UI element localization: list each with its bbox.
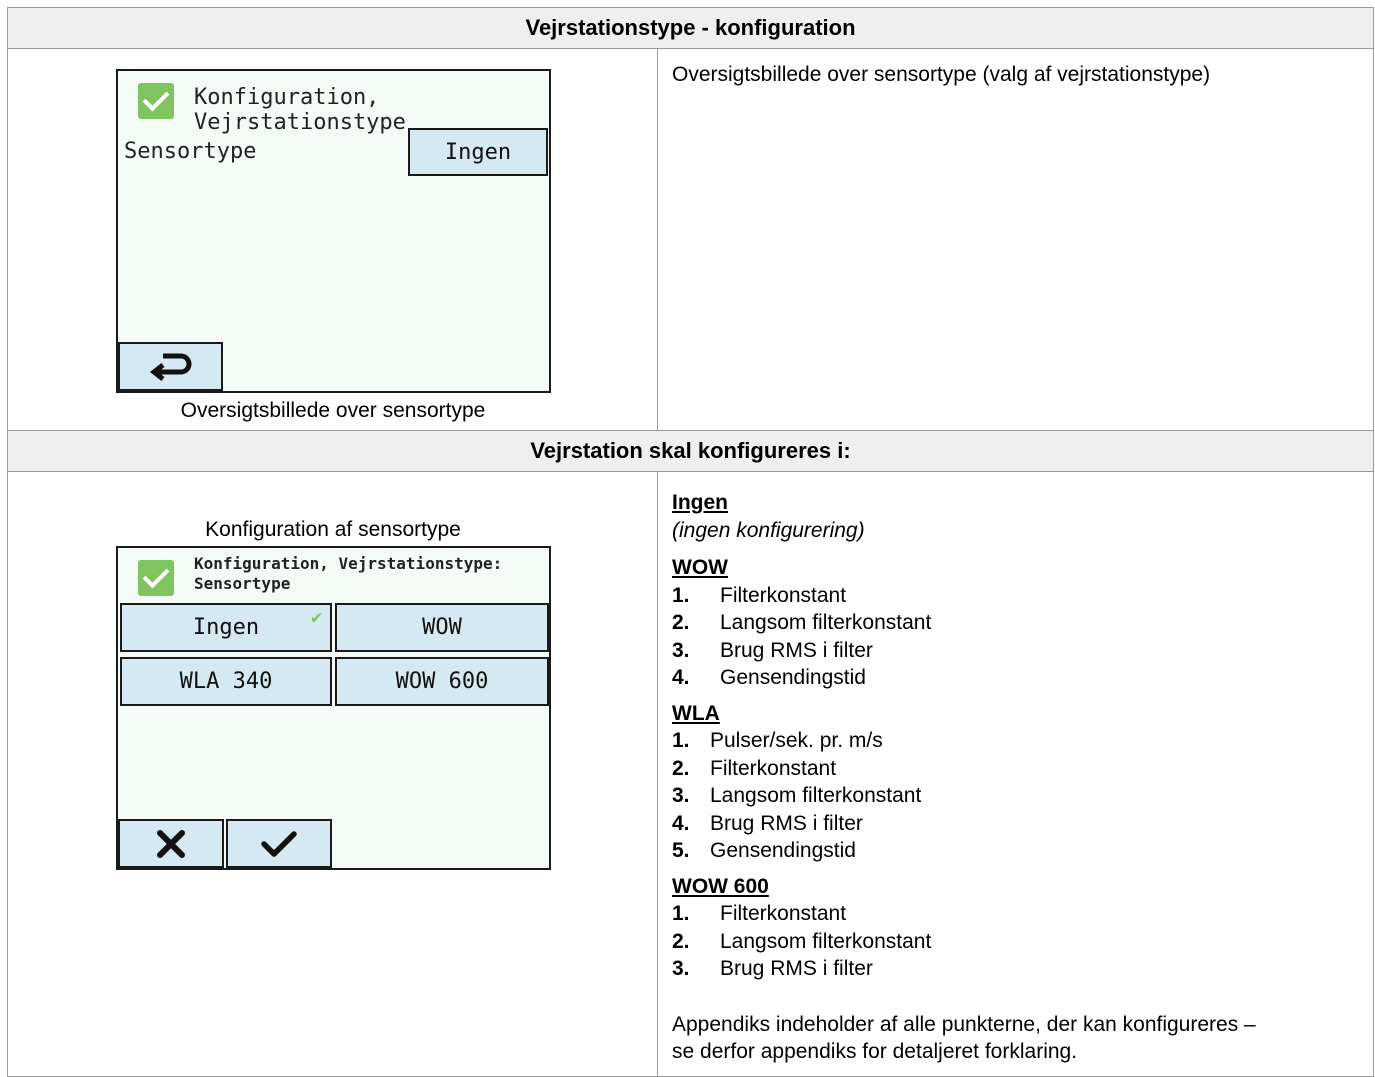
option-label: WOW 600 <box>395 669 489 694</box>
option-ingen[interactable]: Ingen ✔ <box>120 603 332 652</box>
list-item: 3. Langsom filterkonstant <box>672 784 922 807</box>
footer-note-line2: se derfor appendiks for detaljeret forkl… <box>672 1040 1078 1063</box>
list-item: 1. Filterkonstant <box>672 902 847 925</box>
config-table: Vejrstationstype - konfiguration Konfigu… <box>6 7 1375 1077</box>
section-subtitle: (ingen konfigurering) <box>672 518 865 542</box>
section-wow: WOW 1. Filterkonstant 2. Langsom filterkon… <box>672 554 1352 692</box>
list-item: 3. Brug RMS i filter <box>672 957 873 980</box>
device-screen-sensortype: Konfiguration, Vejrstationstype: Sensort… <box>116 546 551 870</box>
checkbox-icon <box>138 83 174 119</box>
option-label: WOW <box>422 615 462 640</box>
list-item: 3. Brug RMS i filter <box>672 638 873 662</box>
back-button[interactable] <box>118 342 223 391</box>
device-screen-overview: Konfiguration, Vejrstationstype Sensorty… <box>116 69 551 393</box>
section-header-top: Vejrstationstype - konfiguration <box>6 7 1375 49</box>
section-title: Ingen <box>672 491 728 514</box>
section-wla: WLA 1. Pulser/sek. pr. m/s 2. Filterkonsta… <box>672 700 1352 865</box>
bottom-right-cell: Ingen (ingen konfigurering) WOW 1. Filter… <box>656 471 1375 1077</box>
option-wow-600[interactable]: WOW 600 <box>335 657 549 706</box>
option-wow[interactable]: WOW <box>335 603 549 652</box>
list-item: 4. Brug RMS i filter <box>672 811 863 835</box>
option-label: WLA 340 <box>179 669 273 694</box>
overview-description: Oversigtsbillede over sensortype (valg a… <box>672 63 1211 86</box>
section-title: WOW <box>672 556 728 579</box>
screen-title-line2: Sensortype <box>194 574 291 593</box>
list-item: 2. Langsom filterkonstant <box>672 929 932 953</box>
list-item: 5. Gensendingstid <box>672 839 856 862</box>
footer-note-line1: Appendiks indeholder af alle punkterne, … <box>672 1012 1256 1036</box>
list-item: 4. Gensendingstid <box>672 666 866 689</box>
confirm-check-icon <box>261 830 297 857</box>
screen2-caption: Konfiguration af sensortype <box>205 518 461 541</box>
cancel-button[interactable] <box>118 819 224 868</box>
screen1-caption: Oversigtsbillede over sensortype <box>180 399 486 422</box>
screen-title-line1: Konfiguration, Vejrstationstype: <box>194 554 503 573</box>
selected-check-icon: ✔ <box>311 607 322 628</box>
top-left-cell: Konfiguration, Vejrstationstype Sensorty… <box>7 48 658 431</box>
sensortype-label: Sensortype <box>124 139 257 164</box>
section-wow-600: WOW 600 1. Filterkonstant 2. Langsom filte… <box>672 873 1352 983</box>
config-sections: Ingen (ingen konfigurering) WOW 1. Filter… <box>672 489 1352 1066</box>
cancel-x-icon <box>157 829 185 858</box>
sensortype-value-button[interactable]: Ingen <box>408 128 548 176</box>
option-wla-340[interactable]: WLA 340 <box>120 657 332 706</box>
confirm-button[interactable] <box>226 819 332 868</box>
checkbox-icon <box>138 560 174 596</box>
section-title: WOW 600 <box>672 874 769 898</box>
bottom-left-cell: Konfiguration af sensortype Konfiguratio… <box>7 471 658 1077</box>
top-right-cell: Oversigtsbillede over sensortype (valg a… <box>656 48 1375 431</box>
section-ingen: Ingen (ingen konfigurering) <box>672 489 1352 544</box>
list-item: 1. Pulser/sek. pr. m/s <box>672 729 883 752</box>
list-item: 2. Filterkonstant <box>672 756 837 780</box>
list-item: 2. Langsom filterkonstant <box>672 611 932 634</box>
section-title: WLA <box>672 701 720 725</box>
return-arrow-icon <box>149 353 191 381</box>
option-label: Ingen <box>192 615 260 640</box>
list-item: 1. Filterkonstant <box>672 583 847 607</box>
section-header-middle: Vejrstation skal konfigureres i: <box>6 430 1375 472</box>
